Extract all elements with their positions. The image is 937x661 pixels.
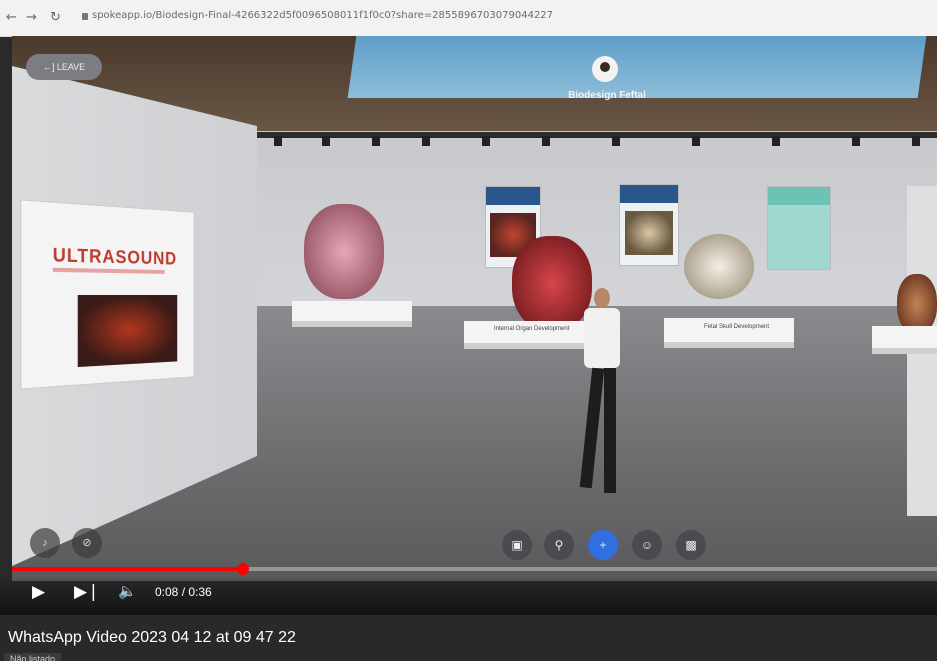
- current-time: 0:08: [155, 585, 179, 599]
- ultrasound-poster[interactable]: ULTRASOUND: [20, 199, 195, 390]
- spotlight: [322, 136, 330, 146]
- screen-share-icon[interactable]: ▩: [676, 530, 706, 560]
- user-avatar-figure: [572, 288, 632, 498]
- spotlight: [542, 136, 550, 146]
- browser-url: spokeapp.io/Biodesign-Final-4266322d5f00…: [92, 10, 554, 21]
- video-title[interactable]: WhatsApp Video 2023 04 12 at 09 47 22: [8, 629, 296, 647]
- plinth-3: Fetal Skull Development: [664, 318, 794, 348]
- time-separator: /: [178, 585, 189, 599]
- spotlight: [692, 136, 700, 146]
- time-display: 0:08 / 0:36: [155, 585, 212, 599]
- skull-model[interactable]: [684, 234, 754, 299]
- virtual-gallery-scene: ULTRASOUND Internal Organ Development Fe…: [12, 36, 937, 581]
- plinth-1: [292, 301, 412, 327]
- spotlight: [852, 136, 860, 146]
- spotlight: [372, 136, 380, 146]
- organ-model-3[interactable]: [897, 274, 937, 334]
- book-cover-2[interactable]: [619, 184, 679, 266]
- organ-model-1[interactable]: [304, 204, 384, 299]
- light-rail: [252, 132, 937, 138]
- spotlight: [274, 136, 282, 146]
- progress-fill: [12, 567, 244, 571]
- plinth-4: [872, 326, 937, 354]
- forward-arrow-icon: →: [26, 10, 37, 25]
- emoji-icon[interactable]: ☺: [632, 530, 662, 560]
- spotlight: [612, 136, 620, 146]
- poster-image: [77, 294, 178, 368]
- player-controls: ▶ ▶ | 🔈 0:08 / 0:36: [0, 575, 937, 615]
- visibility-badge: Não listado: [4, 653, 62, 661]
- add-icon[interactable]: +: [588, 530, 618, 560]
- progress-bar[interactable]: [12, 563, 937, 575]
- camera-icon[interactable]: ▣: [502, 530, 532, 560]
- search-icon[interactable]: ⚲: [544, 530, 574, 560]
- spotlight: [772, 136, 780, 146]
- duration: 0:36: [188, 585, 212, 599]
- poster-title: ULTRASOUND: [52, 244, 177, 269]
- room-owner-avatar[interactable]: [592, 56, 618, 82]
- plinth-2: Internal Organ Development: [464, 321, 584, 349]
- volume-icon[interactable]: 🔈: [118, 582, 137, 600]
- info-panel[interactable]: [767, 186, 831, 270]
- plinth-label-3: Fetal Skull Development: [704, 324, 770, 330]
- browser-address-bar: ← → ↻ spokeapp.io/Biodesign-Final-426632…: [0, 0, 937, 37]
- video-player[interactable]: ← → ↻ spokeapp.io/Biodesign-Final-426632…: [0, 0, 937, 661]
- skylight: [347, 36, 927, 98]
- video-info-bar: WhatsApp Video 2023 04 12 at 09 47 22 Nã…: [0, 615, 937, 661]
- microphone-icon[interactable]: ♪: [30, 528, 60, 558]
- next-icon[interactable]: ▶ |: [74, 582, 96, 602]
- reload-icon: ↻: [50, 10, 61, 25]
- spotlight: [422, 136, 430, 146]
- room-name: Biodesign Feftal: [568, 90, 646, 101]
- leave-button[interactable]: ←] LEAVE: [26, 54, 102, 80]
- play-icon[interactable]: ▶: [32, 582, 45, 602]
- spotlight: [482, 136, 490, 146]
- back-arrow-icon: ←: [6, 10, 17, 25]
- mute-icon[interactable]: ⊘: [72, 528, 102, 558]
- plinth-label-2: Internal Organ Development: [494, 326, 570, 332]
- lock-icon: [82, 13, 88, 20]
- spotlight: [912, 136, 920, 146]
